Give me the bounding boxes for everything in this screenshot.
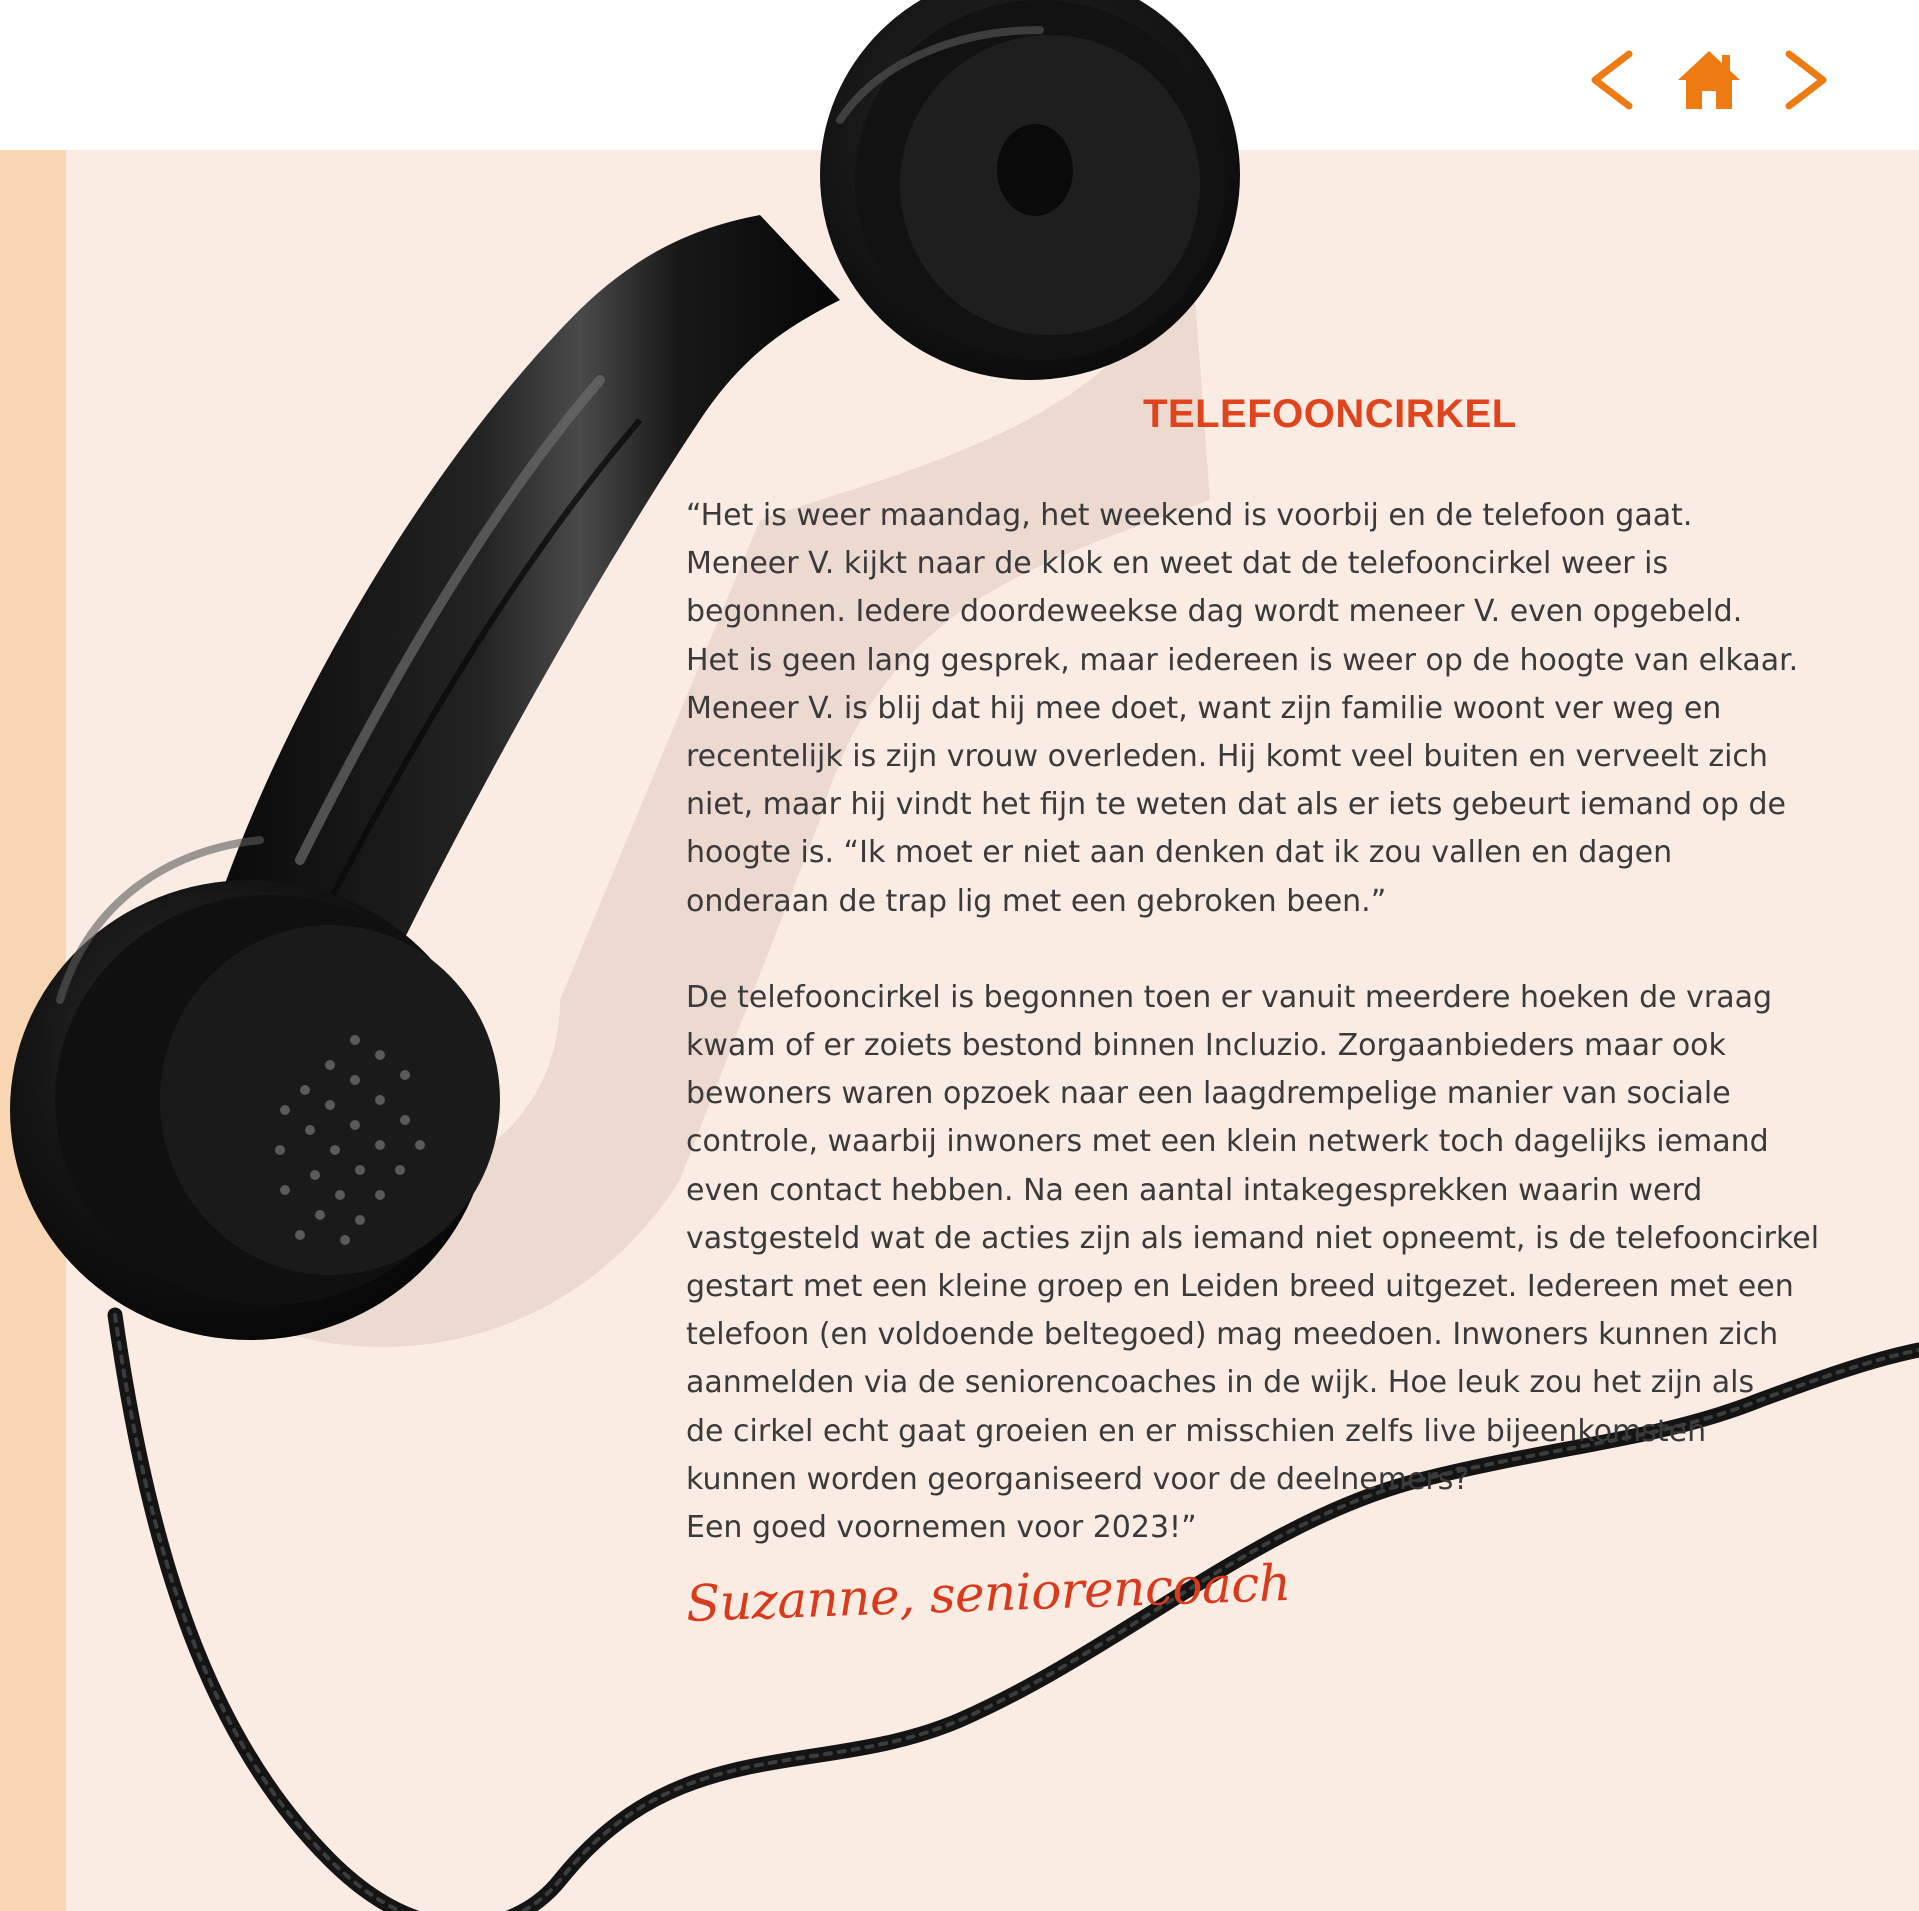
article-body: “Het is weer maandag, het weekend is voo… — [686, 492, 1866, 1552]
next-page-button[interactable] — [1769, 42, 1845, 118]
home-icon — [1678, 51, 1740, 109]
page-navigation — [1573, 42, 1845, 118]
article-title: TELEFOONCIRKEL — [1143, 392, 1517, 436]
chevron-right-icon — [1785, 50, 1827, 110]
article-paragraph-quote: “Het is weer maandag, het weekend is voo… — [686, 498, 1799, 919]
home-button[interactable] — [1671, 42, 1747, 118]
previous-page-button[interactable] — [1573, 42, 1649, 118]
chevron-left-icon — [1591, 50, 1633, 110]
article-paragraph-background: De telefooncirkel is begonnen toen er va… — [686, 979, 1820, 1546]
